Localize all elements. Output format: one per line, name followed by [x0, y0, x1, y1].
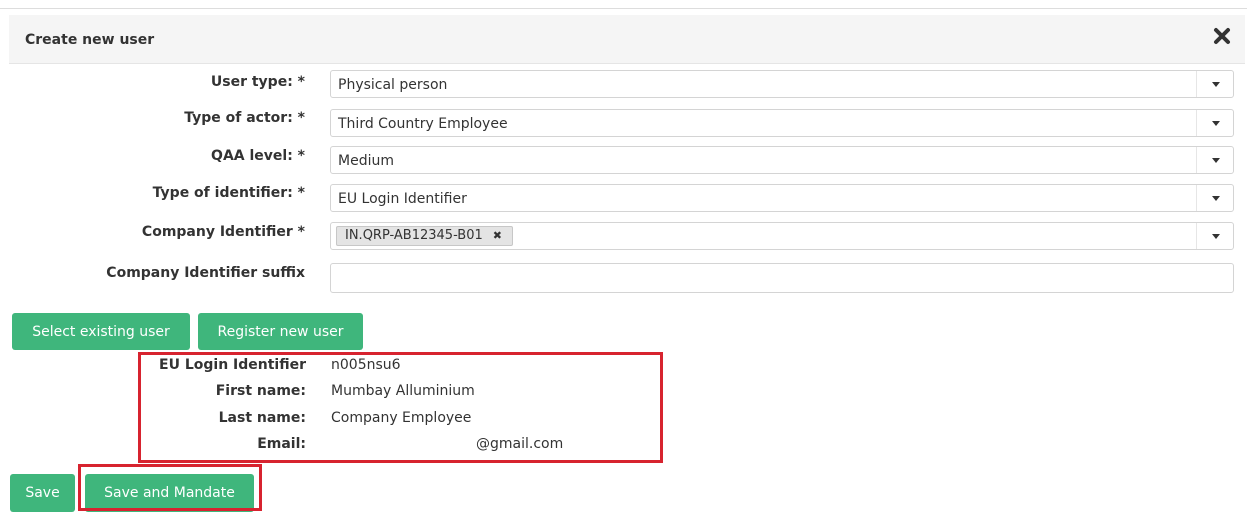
- first-name-value: Mumbay Alluminium: [331, 383, 475, 399]
- company-identifier-tag-label: IN.QRP-AB12345-B01: [345, 228, 483, 243]
- actor-type-select[interactable]: Third Country Employee: [330, 109, 1234, 137]
- last-name-label: Last name:: [218, 410, 306, 426]
- close-icon[interactable]: [1213, 26, 1231, 46]
- eu-login-label: EU Login Identifier: [159, 357, 306, 373]
- company-identifier-tag: IN.QRP-AB12345-B01 ✖: [336, 226, 513, 246]
- user-type-select[interactable]: Physical person: [330, 70, 1234, 98]
- dialog-title: Create new user: [25, 32, 155, 48]
- select-existing-user-button[interactable]: Select existing user: [12, 313, 190, 350]
- company-identifier-suffix-label: Company Identifier suffix: [106, 265, 305, 281]
- chevron-down-icon[interactable]: [1196, 71, 1233, 97]
- email-value: @gmail.com: [476, 436, 564, 452]
- save-button[interactable]: Save: [10, 474, 75, 512]
- chevron-down-icon[interactable]: [1196, 223, 1233, 249]
- eu-login-value: n005nsu6: [331, 357, 401, 373]
- chevron-down-icon[interactable]: [1196, 185, 1233, 211]
- dialog-header: Create new user: [9, 15, 1245, 64]
- user-type-value: Physical person: [338, 77, 448, 93]
- top-divider: [0, 8, 1247, 9]
- identifier-type-label: Type of identifier: *: [152, 185, 305, 201]
- qaa-level-value: Medium: [338, 153, 394, 169]
- company-identifier-suffix-input[interactable]: [330, 263, 1234, 293]
- last-name-value: Company Employee: [331, 410, 472, 426]
- qaa-level-label: QAA level: *: [211, 148, 305, 164]
- company-identifier-select[interactable]: IN.QRP-AB12345-B01 ✖: [330, 222, 1234, 250]
- company-identifier-label: Company Identifier *: [141, 224, 305, 240]
- email-label: Email:: [257, 436, 306, 452]
- qaa-level-select[interactable]: Medium: [330, 146, 1234, 174]
- actor-type-value: Third Country Employee: [338, 116, 508, 132]
- chevron-down-icon[interactable]: [1196, 147, 1233, 173]
- tag-remove-icon[interactable]: ✖: [493, 229, 502, 242]
- identifier-type-value: EU Login Identifier: [338, 191, 467, 207]
- first-name-label: First name:: [215, 383, 306, 399]
- actor-type-label: Type of actor: *: [184, 110, 305, 126]
- register-new-user-button[interactable]: Register new user: [198, 313, 363, 350]
- save-and-mandate-highlight: [78, 464, 262, 511]
- chevron-down-icon[interactable]: [1196, 110, 1233, 136]
- identifier-type-select[interactable]: EU Login Identifier: [330, 184, 1234, 212]
- user-type-label: User type: *: [210, 74, 305, 90]
